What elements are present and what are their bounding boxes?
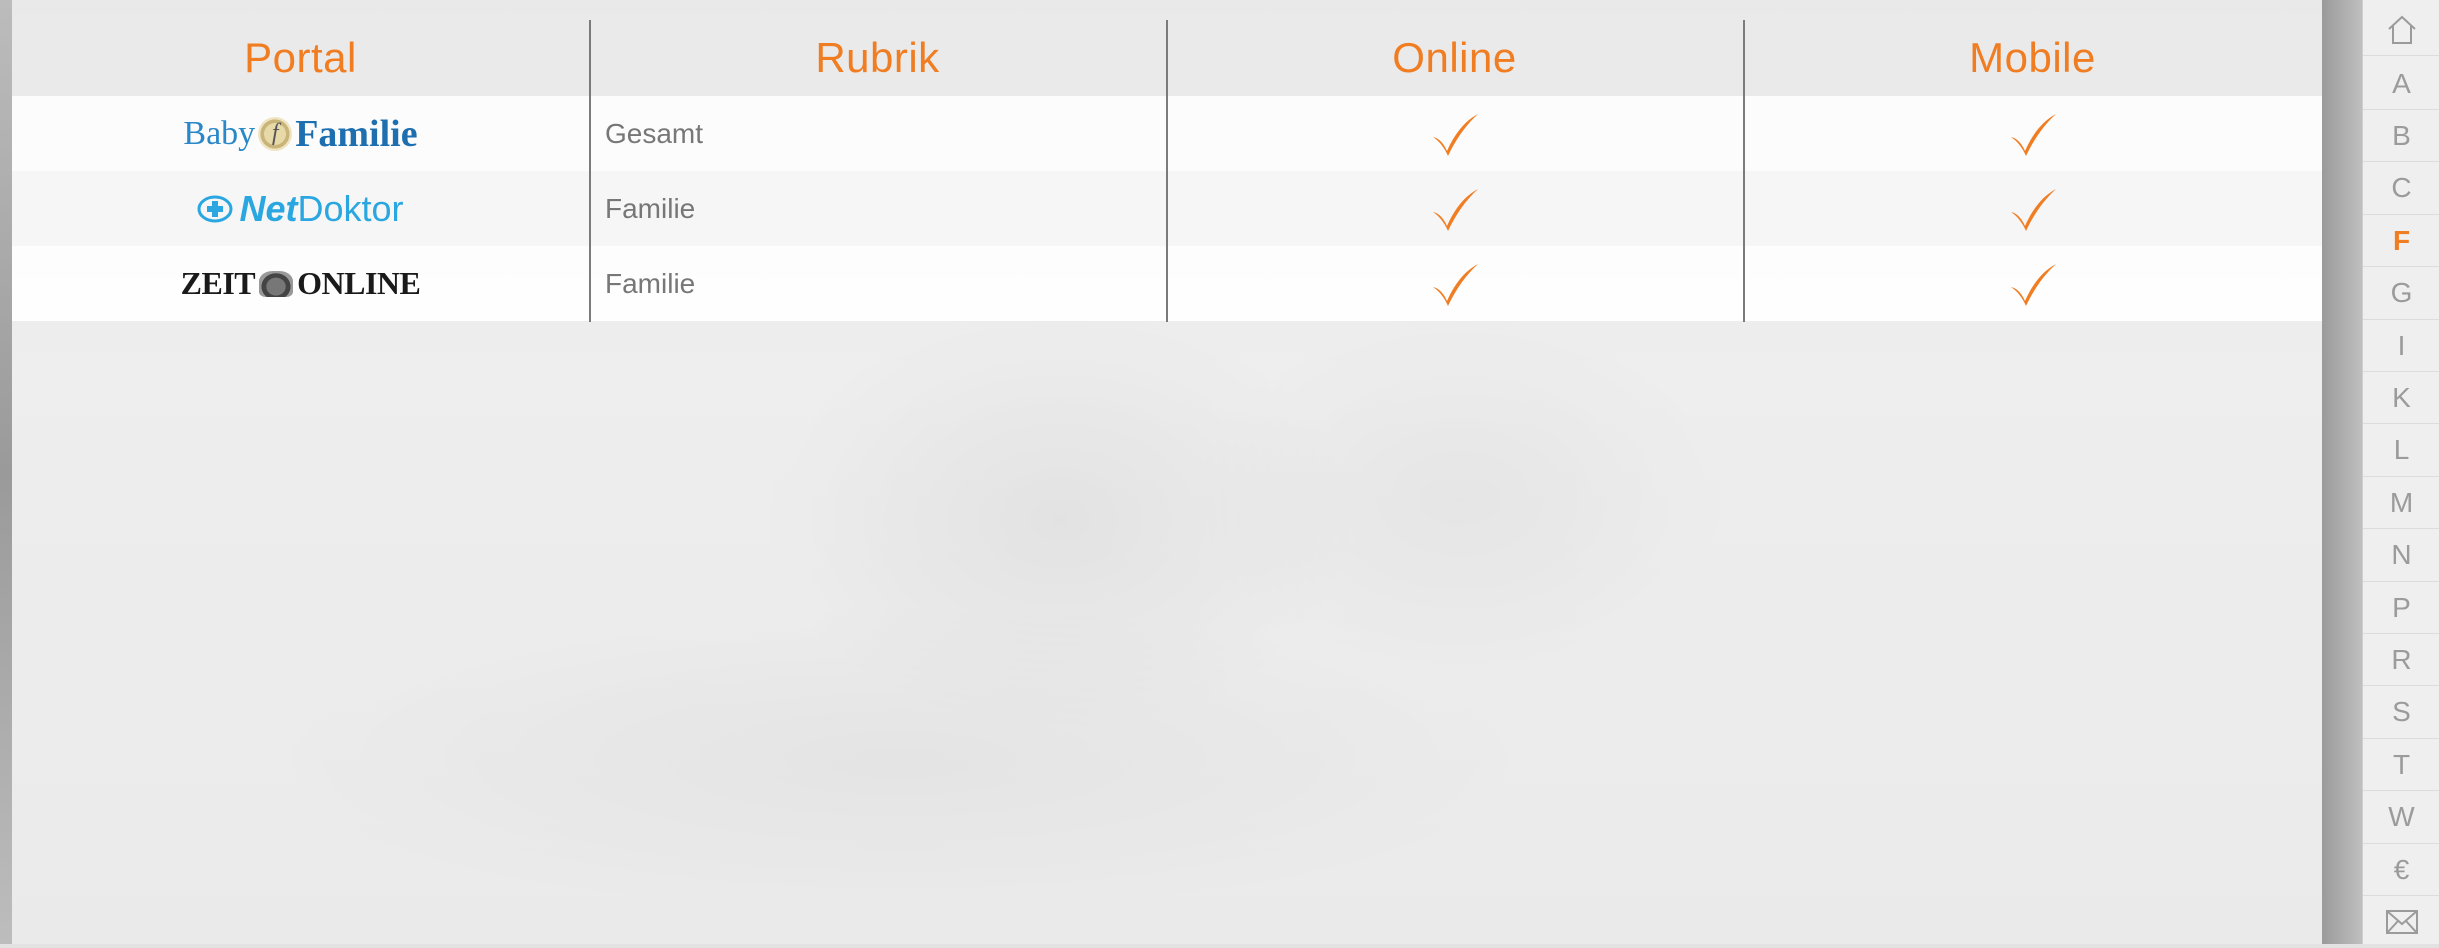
index-item-g[interactable]: G: [2363, 268, 2439, 320]
header-portal-cell: Portal: [12, 0, 589, 96]
header-online-cell: Online: [1166, 0, 1743, 96]
rubrik-cell: Familie: [589, 171, 1166, 246]
portal-cell: Net Doktor: [12, 171, 589, 246]
rubrik-text: Gesamt: [605, 117, 704, 149]
header-mobile: Mobile: [1969, 34, 2096, 81]
portal-cell: Baby f Familie: [12, 96, 589, 171]
index-item-s[interactable]: S: [2363, 687, 2439, 739]
index-item-t[interactable]: T: [2363, 739, 2439, 792]
header-portal: Portal: [244, 34, 357, 81]
background-edge: [0, 0, 12, 944]
index-item-m[interactable]: M: [2363, 477, 2439, 530]
logo-text-doktor: Doktor: [297, 187, 404, 229]
index-rail-shadow: [2322, 0, 2362, 944]
header-rubrik-cell: Rubrik: [589, 0, 1166, 96]
header-rubrik: Rubrik: [815, 34, 940, 81]
medical-cross-icon: [197, 195, 233, 222]
index-item-euro[interactable]: €: [2363, 844, 2439, 896]
mobile-cell: [1743, 171, 2322, 246]
index-item-c[interactable]: C: [2363, 163, 2439, 215]
home-icon: [2387, 15, 2416, 44]
home-button[interactable]: [2363, 4, 2439, 56]
rubrik-text: Familie: [605, 267, 696, 299]
checkmark-icon: [2010, 188, 2056, 231]
index-item-i[interactable]: I: [2363, 320, 2439, 372]
logo-text-net: Net: [239, 187, 298, 229]
header-online: Online: [1392, 34, 1517, 81]
eagle-crest-icon: [259, 270, 294, 297]
index-item-a[interactable]: A: [2363, 58, 2439, 110]
alphabet-index: A B C F G I K L M N P R S T W €: [2362, 0, 2439, 944]
column-divider: [1743, 20, 1745, 322]
rubrik-cell: Gesamt: [589, 96, 1166, 171]
rubrik-text: Familie: [605, 192, 696, 224]
babyfamilie-logo[interactable]: Baby f Familie: [183, 112, 417, 156]
portal-table: Portal Rubrik Online Mobile Baby f Famil…: [12, 0, 2322, 322]
logo-text-zeit: ZEIT: [180, 265, 256, 301]
mobile-cell: [1743, 96, 2322, 171]
checkmark-icon: [1432, 263, 1478, 306]
babyfamilie-emblem-icon: f: [258, 116, 293, 151]
mobile-cell: [1743, 246, 2322, 321]
column-divider: [1166, 20, 1168, 322]
checkmark-icon: [2010, 263, 2056, 306]
index-item-p[interactable]: P: [2363, 582, 2439, 634]
checkmark-icon: [1432, 188, 1478, 231]
mail-button[interactable]: [2363, 896, 2439, 948]
column-divider: [589, 20, 591, 322]
index-item-f[interactable]: F: [2363, 215, 2439, 268]
zeit-online-logo[interactable]: ZEIT ONLINE: [181, 265, 421, 302]
index-item-r[interactable]: R: [2363, 634, 2439, 687]
logo-text-online: ONLINE: [297, 265, 421, 301]
online-cell: [1166, 171, 1743, 246]
index-item-n[interactable]: N: [2363, 530, 2439, 582]
online-cell: [1166, 246, 1743, 321]
online-cell: [1166, 96, 1743, 171]
portal-cell: ZEIT ONLINE: [12, 246, 589, 321]
netdoktor-logo[interactable]: Net Doktor: [197, 187, 404, 230]
rubrik-cell: Familie: [589, 246, 1166, 321]
logo-text-familie: Familie: [295, 112, 418, 155]
index-item-l[interactable]: L: [2363, 425, 2439, 477]
index-item-w[interactable]: W: [2363, 792, 2439, 844]
index-item-k[interactable]: K: [2363, 372, 2439, 425]
checkmark-icon: [2010, 113, 2056, 156]
mail-icon: [2385, 910, 2418, 934]
index-item-b[interactable]: B: [2363, 110, 2439, 163]
header-mobile-cell: Mobile: [1743, 0, 2322, 96]
checkmark-icon: [1432, 113, 1478, 156]
logo-text-baby: Baby: [183, 114, 256, 152]
